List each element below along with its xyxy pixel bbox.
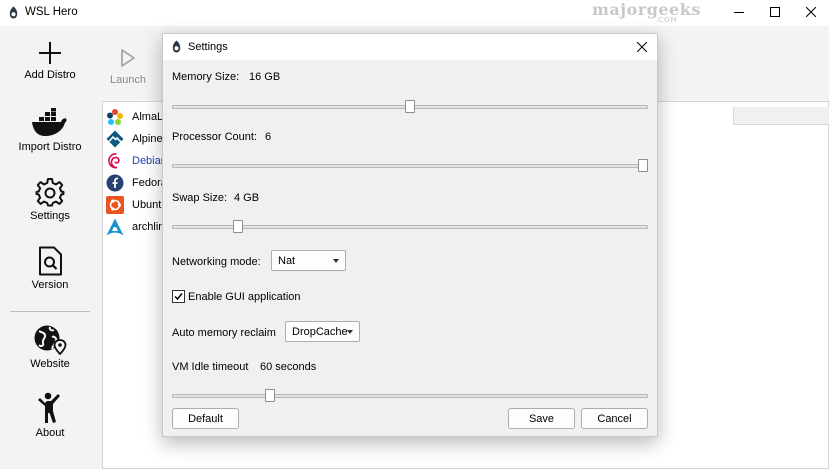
- swap-size-value: 4 GB: [234, 192, 260, 204]
- document-search-icon: [39, 246, 62, 276]
- slider-thumb[interactable]: [233, 220, 243, 233]
- sidebar-item-version[interactable]: Version: [0, 246, 100, 291]
- cancel-button[interactable]: Cancel: [581, 408, 648, 429]
- close-icon: [806, 7, 816, 17]
- vm-idle-timeout-slider[interactable]: [172, 389, 648, 403]
- processor-count-value: 6: [265, 131, 272, 143]
- auto-memory-reclaim-label: Auto memory reclaim: [172, 327, 276, 339]
- networking-mode-selected: Nat: [278, 254, 296, 267]
- minimize-button[interactable]: [721, 0, 757, 24]
- sidebar-item-label: Settings: [30, 210, 70, 222]
- list-item[interactable]: archlin: [106, 216, 164, 238]
- memory-size-slider[interactable]: [172, 100, 648, 114]
- gear-icon: [35, 178, 65, 207]
- globe-pin-icon: [34, 325, 67, 355]
- sidebar-item-label: Add Distro: [24, 69, 76, 81]
- close-window-button[interactable]: [793, 0, 829, 24]
- memory-size-label: Memory Size:: [172, 71, 240, 83]
- networking-mode-dropdown[interactable]: Nat: [271, 250, 346, 271]
- dialog-titlebar: Settings: [163, 34, 657, 60]
- save-button[interactable]: Save: [508, 408, 575, 429]
- ubuntu-icon: [106, 196, 124, 214]
- sidebar-item-import-distro[interactable]: Import Distro: [0, 108, 100, 153]
- memory-size-value: 16 GB: [249, 71, 281, 83]
- slider-thumb[interactable]: [405, 100, 415, 113]
- processor-count-slider[interactable]: [172, 159, 648, 173]
- person-icon: [38, 392, 60, 423]
- list-item[interactable]: Alpine: [106, 128, 163, 150]
- almalinux-icon: [107, 109, 123, 125]
- slider-track: [172, 164, 648, 168]
- sidebar-item-label: Version: [31, 279, 69, 291]
- swap-size-slider[interactable]: [172, 220, 648, 234]
- slider-thumb[interactable]: [638, 159, 648, 172]
- sidebar-item-label: Website: [30, 358, 70, 370]
- app-title: WSL Hero: [25, 6, 78, 18]
- window-titlebar: WSL Hero majorgeeks .COM: [0, 0, 829, 26]
- checkmark-icon: [174, 293, 183, 301]
- list-item-label: archlin: [132, 221, 165, 233]
- arch-icon: [106, 218, 124, 236]
- app-logo-icon: [172, 40, 181, 53]
- sidebar: Add Distro Import Distro Settings Versio…: [0, 26, 100, 469]
- watermark-logo: majorgeeks: [592, 0, 701, 19]
- list-item[interactable]: Ubuntu: [106, 194, 167, 216]
- docker-icon: [32, 108, 67, 136]
- maximize-icon: [770, 7, 780, 17]
- minimize-icon: [734, 12, 744, 13]
- fedora-icon: [106, 174, 124, 192]
- close-icon: [637, 42, 647, 52]
- sidebar-item-label: About: [35, 427, 65, 439]
- vm-idle-timeout-label: VM Idle timeout: [172, 361, 249, 373]
- list-item[interactable]: AlmaL: [106, 106, 163, 128]
- swap-size-label: Swap Size:: [172, 192, 228, 204]
- auto-memory-reclaim-dropdown[interactable]: DropCache: [285, 321, 360, 342]
- play-icon: [121, 49, 135, 67]
- sidebar-item-add-distro[interactable]: Add Distro: [0, 40, 100, 81]
- dialog-close-button[interactable]: [631, 36, 653, 58]
- list-item-selected[interactable]: Debian: [106, 150, 167, 172]
- plus-icon: [39, 42, 61, 64]
- settings-dialog: Settings Memory Size: 16 GB Processor Co…: [162, 33, 658, 437]
- launch-label: Launch: [109, 74, 147, 86]
- slider-track: [172, 394, 648, 398]
- slider-track: [172, 225, 648, 229]
- auto-memory-reclaim-selected: DropCache: [292, 325, 348, 338]
- debian-icon: [108, 153, 120, 169]
- list-item-label: Alpine: [132, 133, 163, 145]
- enable-gui-label[interactable]: Enable GUI application: [188, 291, 301, 303]
- sidebar-item-website[interactable]: Website: [0, 323, 100, 370]
- list-item[interactable]: Fedora: [106, 172, 167, 194]
- dialog-title: Settings: [188, 41, 228, 53]
- chevron-down-icon: [347, 330, 353, 334]
- processor-count-label: Processor Count:: [172, 131, 257, 143]
- alpine-icon: [106, 130, 124, 148]
- slider-thumb[interactable]: [265, 389, 275, 402]
- app-logo-icon: [9, 6, 18, 19]
- watermark-logo-sub: .COM: [655, 16, 678, 24]
- sidebar-divider: [10, 311, 90, 312]
- default-button[interactable]: Default: [172, 408, 239, 429]
- list-column-header[interactable]: [733, 107, 829, 125]
- chevron-down-icon: [333, 259, 339, 263]
- networking-mode-label: Networking mode:: [172, 256, 261, 268]
- maximize-button[interactable]: [757, 0, 793, 24]
- sidebar-item-label: Import Distro: [18, 141, 82, 153]
- vm-idle-timeout-value: 60 seconds: [260, 361, 317, 373]
- list-item-label: AlmaL: [132, 111, 164, 123]
- launch-button[interactable]: Launch: [108, 48, 148, 86]
- enable-gui-checkbox[interactable]: [172, 290, 185, 303]
- sidebar-item-settings[interactable]: Settings: [0, 177, 100, 222]
- sidebar-item-about[interactable]: About: [0, 392, 100, 439]
